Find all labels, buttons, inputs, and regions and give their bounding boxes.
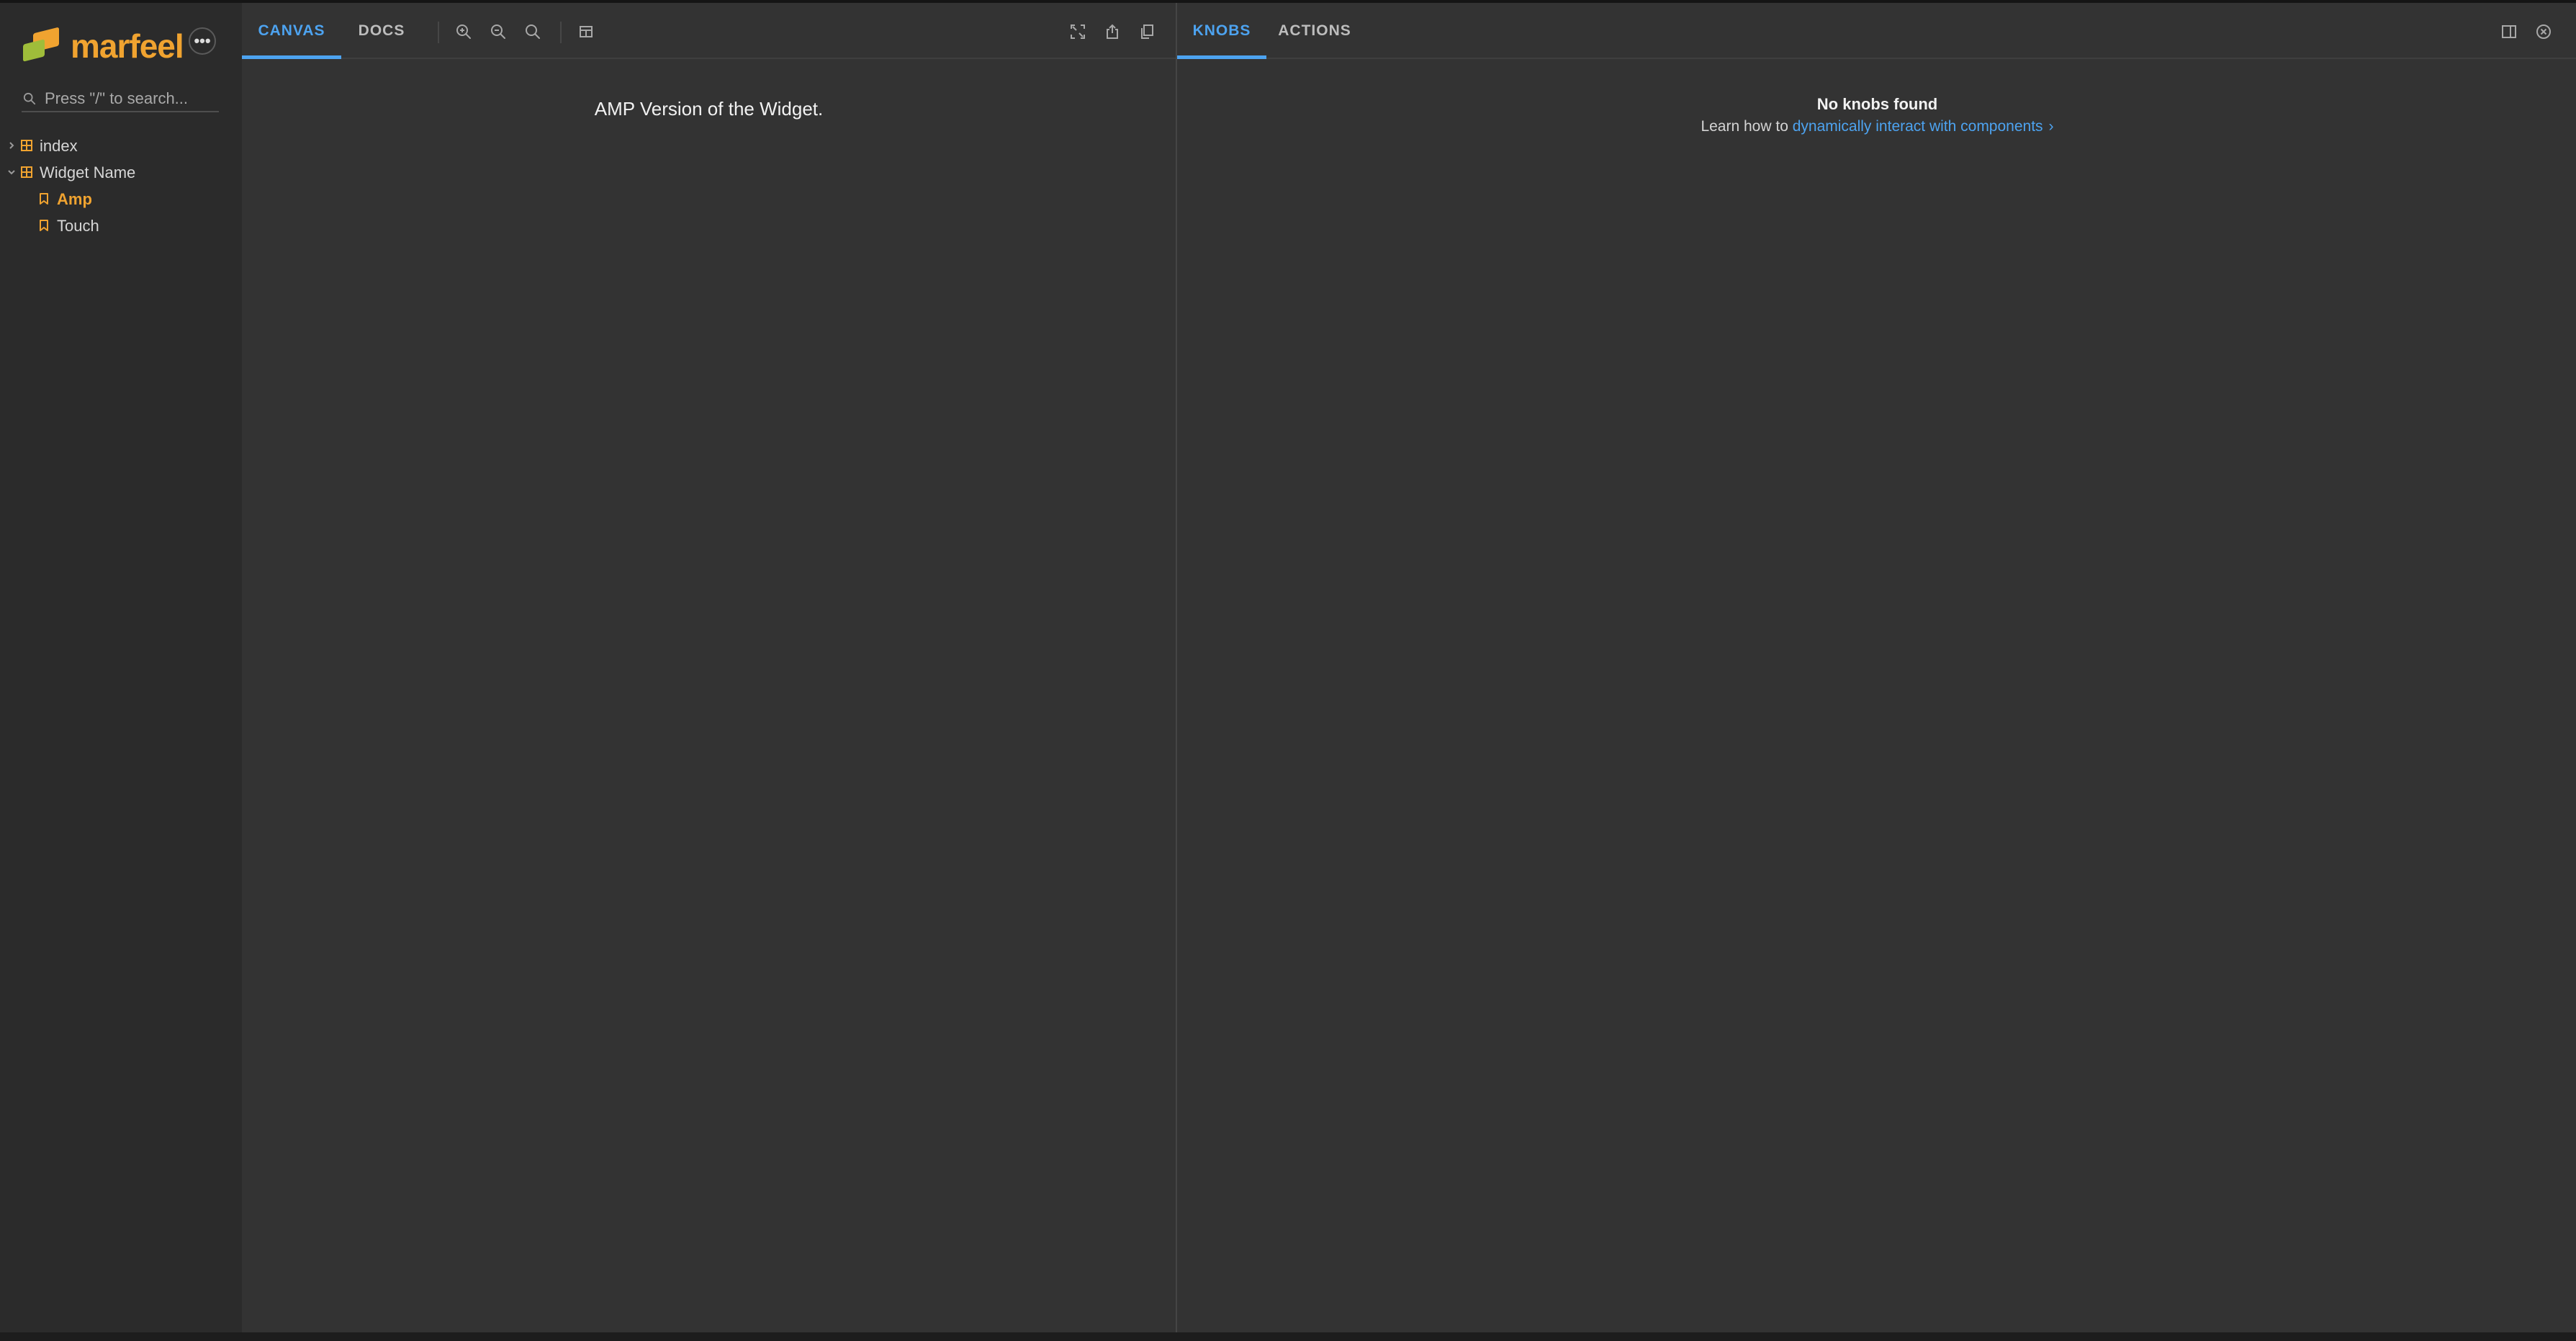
panel-orientation-icon[interactable] [2500, 23, 2518, 40]
sidebar-menu-button[interactable]: ••• [189, 27, 216, 55]
close-icon[interactable] [2535, 23, 2552, 40]
addons-toolbar: KNOBS ACTIONS [1177, 3, 2576, 59]
search-icon [23, 92, 36, 105]
canvas-toolbar: CANVAS DOCS [242, 3, 1176, 59]
bottom-border [0, 1332, 2576, 1341]
canvas-panel: CANVAS DOCS AMP Version of the Widget. [242, 3, 1176, 1332]
sidebar: marfeel ••• index [0, 3, 242, 1332]
tree-item-index[interactable]: index [0, 133, 242, 159]
component-icon [21, 140, 32, 151]
empty-state-prefix: Learn how to [1701, 118, 1793, 135]
marfeel-logo-icon [23, 27, 62, 63]
chevron-right-icon [9, 142, 14, 149]
tab-canvas[interactable]: CANVAS [242, 3, 341, 59]
zoom-out-icon[interactable] [490, 23, 507, 40]
zoom-in-icon[interactable] [455, 23, 472, 40]
bookmark-icon [40, 220, 48, 231]
brand-logo[interactable]: marfeel [23, 27, 184, 65]
addons-panel: KNOBS ACTIONS No knobs found Learn how t… [1176, 3, 2576, 1332]
bookmark-icon [40, 193, 48, 205]
tab-label: ACTIONS [1278, 22, 1351, 39]
story-tree: index Widget Name Amp Touch [0, 133, 242, 239]
search-input[interactable] [43, 89, 219, 109]
tab-knobs[interactable]: KNOBS [1177, 3, 1266, 59]
tab-actions[interactable]: ACTIONS [1269, 3, 1360, 59]
background-icon[interactable] [577, 23, 595, 40]
toolbar-divider [560, 22, 562, 43]
tree-item-touch[interactable]: Touch [0, 212, 242, 239]
knobs-empty-state: No knobs found Learn how to dynamically … [1177, 95, 2576, 135]
component-icon [21, 166, 32, 178]
story-preview-text: AMP Version of the Widget. [594, 98, 824, 120]
ellipsis-icon: ••• [194, 32, 211, 50]
tree-item-widget-name[interactable]: Widget Name [0, 159, 242, 186]
brand-name: marfeel [71, 27, 184, 65]
tree-item-label: Touch [57, 217, 99, 235]
knobs-docs-link[interactable]: dynamically interact with components [1793, 118, 2043, 135]
tree-item-label: Amp [57, 190, 92, 208]
empty-state-description: Learn how to dynamically interact with c… [1177, 118, 2576, 135]
copy-icon[interactable] [1138, 23, 1156, 40]
tab-label: CANVAS [258, 22, 325, 39]
toolbar-divider [438, 22, 439, 43]
tree-item-amp[interactable]: Amp [0, 186, 242, 212]
tab-label: DOCS [358, 22, 405, 39]
tab-docs[interactable]: DOCS [344, 3, 419, 59]
fullscreen-icon[interactable] [1069, 23, 1086, 40]
chevron-right-icon: › [2048, 118, 2054, 135]
reset-zoom-icon[interactable] [524, 23, 541, 40]
tree-item-label: Widget Name [40, 163, 136, 181]
search-box [22, 86, 219, 112]
empty-state-title: No knobs found [1816, 95, 1938, 113]
share-icon[interactable] [1104, 23, 1121, 40]
tab-label: KNOBS [1192, 22, 1251, 39]
chevron-down-icon [8, 170, 15, 175]
tree-item-label: index [40, 137, 78, 155]
